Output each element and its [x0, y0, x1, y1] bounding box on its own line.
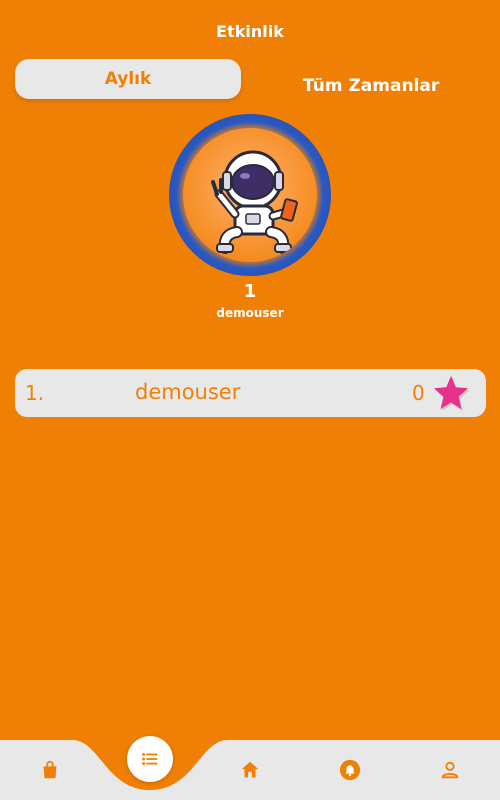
tab-monthly-label: Aylık — [104, 69, 152, 89]
row-username: demouser — [135, 380, 241, 404]
shopping-bag-icon — [43, 760, 57, 779]
star-icon — [433, 375, 470, 412]
list-icon — [142, 752, 158, 766]
tab-all-time[interactable]: Tüm Zamanlar — [258, 66, 484, 106]
row-rank: 1. — [25, 381, 45, 405]
nav-shopping-bag[interactable] — [20, 740, 80, 800]
astronaut-avatar — [183, 128, 317, 262]
leaderboard-row[interactable]: 1. demouser 0 — [15, 369, 486, 417]
notification-bell-icon — [339, 759, 361, 781]
top-rank-number: 1 — [243, 281, 257, 302]
astronaut-illustration — [211, 150, 298, 254]
row-score: 0 — [412, 381, 425, 405]
page-title: Etkinlik — [216, 22, 284, 41]
tab-all-time-label: Tüm Zamanlar — [302, 76, 440, 96]
nav-profile[interactable] — [420, 740, 480, 800]
tab-monthly[interactable]: Aylık — [15, 59, 241, 99]
nav-list-button[interactable] — [127, 736, 173, 782]
home-icon — [241, 761, 259, 778]
top-username: demouser — [216, 306, 284, 320]
bottom-nav — [0, 736, 500, 800]
top-user-avatar[interactable] — [169, 114, 331, 276]
nav-notifications[interactable] — [320, 740, 380, 800]
nav-home[interactable] — [220, 740, 280, 800]
profile-icon — [441, 761, 459, 779]
